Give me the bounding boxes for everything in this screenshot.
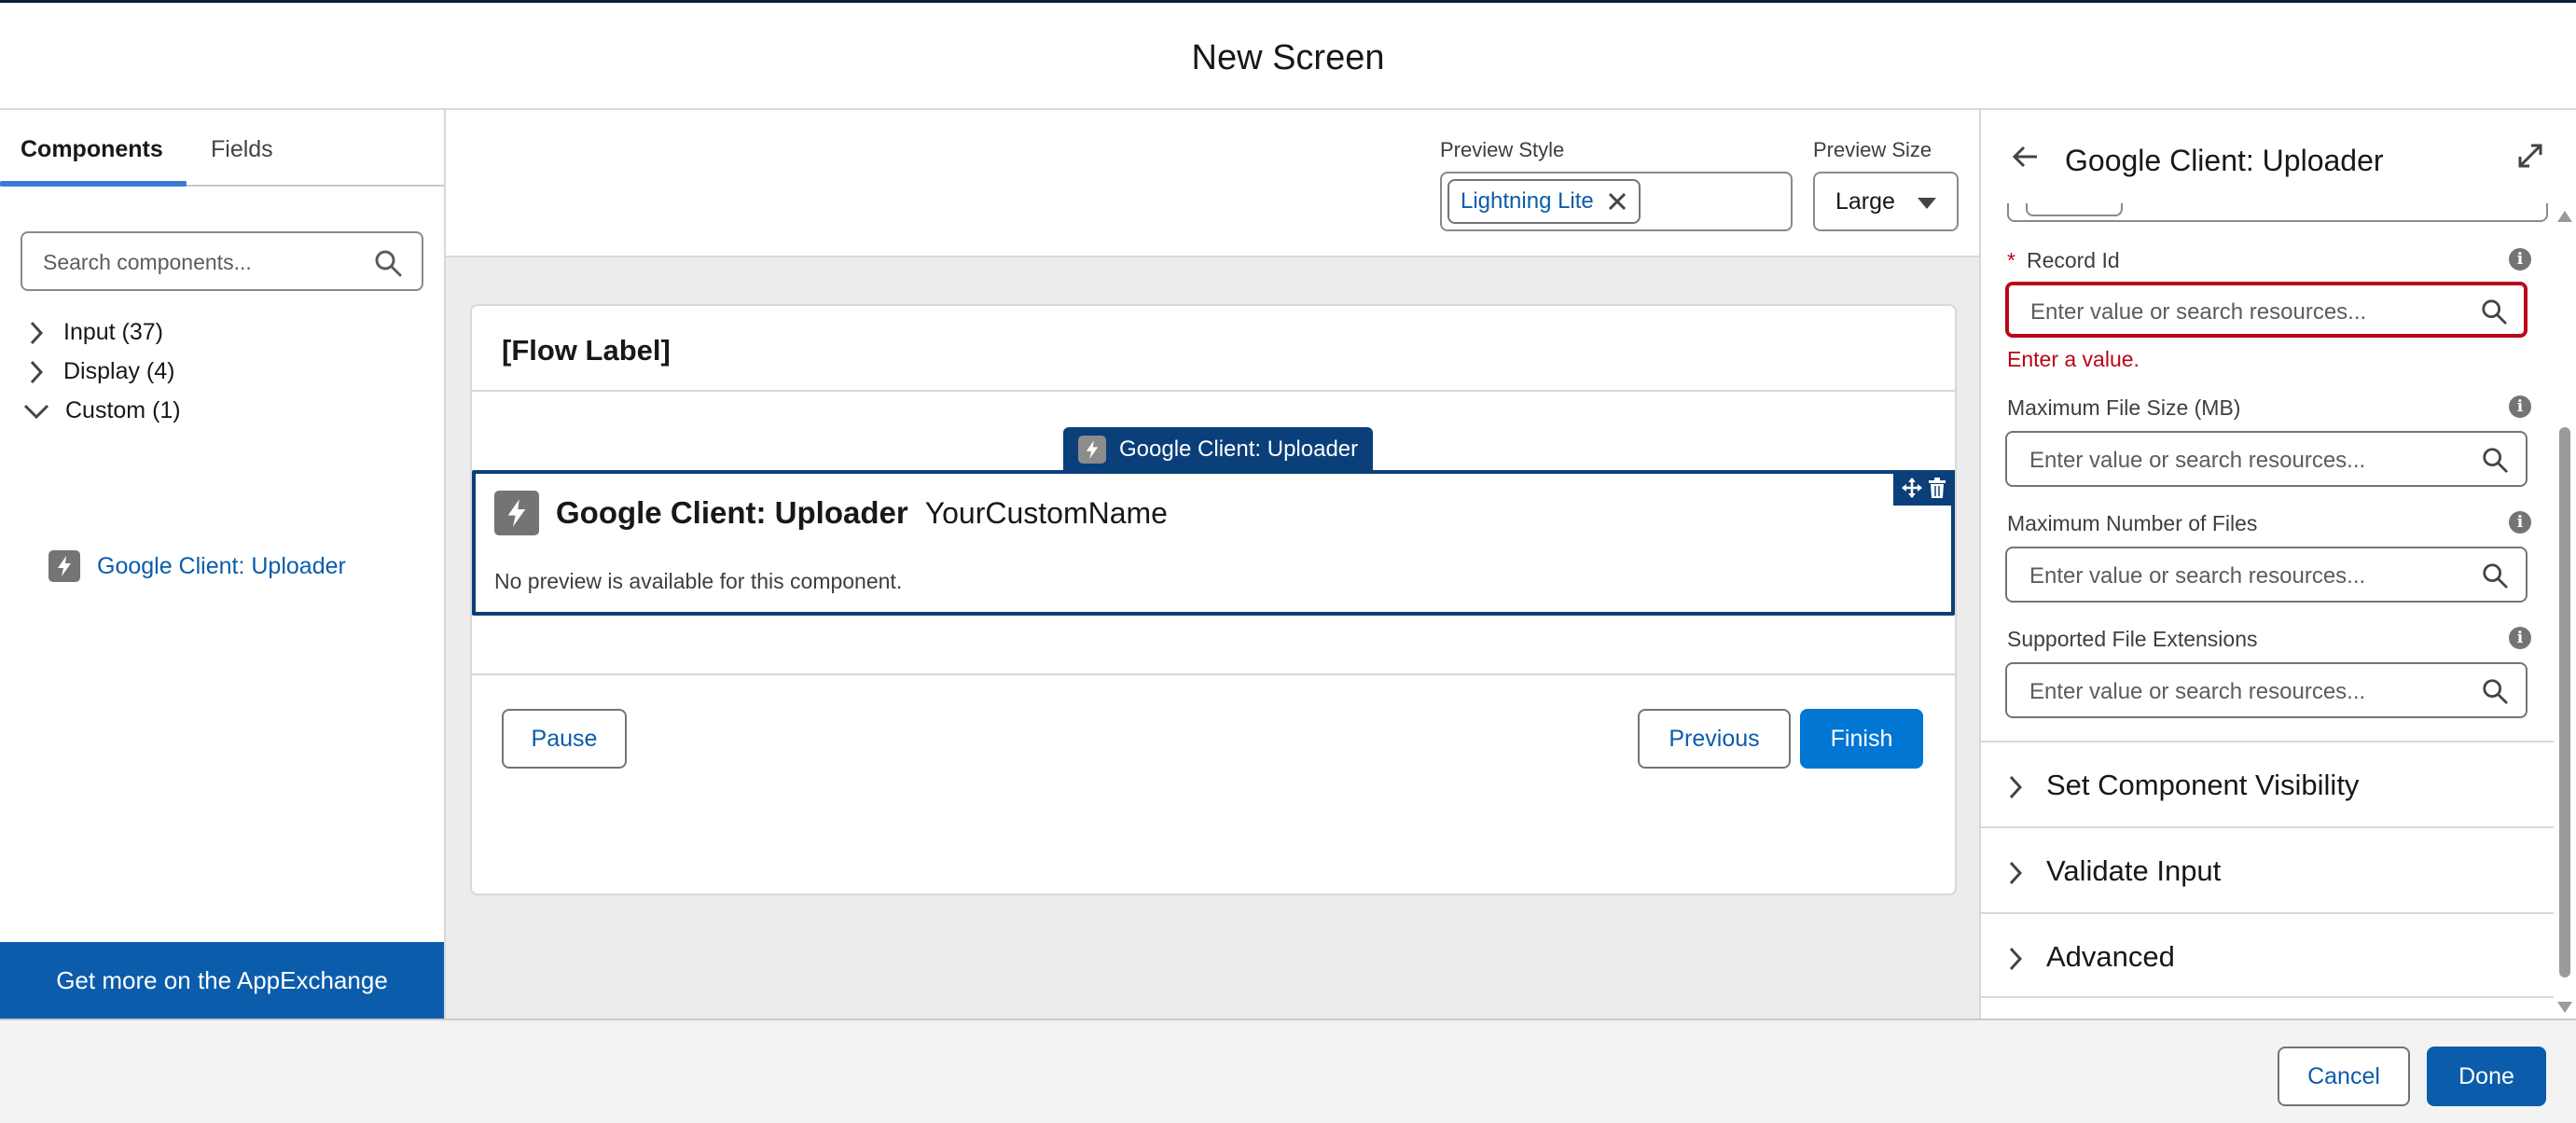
components-panel: Components Fields Input (37) Display (4)… bbox=[0, 110, 446, 1019]
max-file-size-label: Maximum File Size (MB) bbox=[2007, 395, 2241, 420]
record-id-input[interactable] bbox=[2030, 298, 2459, 327]
pause-button[interactable]: Pause bbox=[502, 709, 627, 769]
search-icon bbox=[2483, 448, 2508, 473]
tree-item-label: Display (4) bbox=[63, 358, 175, 384]
properties-scrollbar[interactable] bbox=[2554, 207, 2576, 1019]
max-file-size-field[interactable] bbox=[2005, 431, 2528, 487]
tree-item-label: Custom (1) bbox=[65, 397, 181, 423]
move-icon[interactable] bbox=[1902, 478, 1922, 498]
chevron-right-icon bbox=[2009, 947, 2023, 971]
preview-style-pill[interactable]: Lightning Lite bbox=[1447, 179, 1641, 224]
scroll-up-arrow-icon[interactable] bbox=[2557, 211, 2572, 222]
chevron-right-icon bbox=[2009, 861, 2023, 885]
tree-item-label: Input (37) bbox=[63, 319, 164, 345]
close-icon[interactable] bbox=[1607, 191, 1627, 212]
component-api-name: YourCustomName bbox=[924, 495, 1168, 530]
max-number-files-input[interactable] bbox=[2029, 562, 2458, 591]
info-icon[interactable]: i bbox=[2509, 395, 2531, 418]
record-id-field[interactable] bbox=[2005, 282, 2528, 338]
chevron-right-icon bbox=[30, 360, 44, 383]
scroll-thumb[interactable] bbox=[2559, 427, 2570, 977]
component-tag-label: Google Client: Uploader bbox=[1119, 437, 1359, 462]
component-header: Google Client: Uploader YourCustomName bbox=[494, 491, 1168, 535]
tab-components[interactable]: Components bbox=[21, 136, 163, 163]
section-label: Set Component Visibility bbox=[2046, 769, 2360, 801]
max-number-files-field[interactable] bbox=[2005, 547, 2528, 603]
modal-title: New Screen bbox=[1191, 38, 1385, 77]
palette-item-google-client-uploader[interactable]: Google Client: Uploader bbox=[48, 550, 346, 582]
record-id-label: * Record Id bbox=[2007, 248, 2120, 273]
modal-footer: Cancel Done bbox=[0, 1019, 2576, 1123]
lightning-bolt-icon bbox=[48, 550, 80, 582]
preview-toolbar: Preview Style Lightning Lite Preview Siz… bbox=[446, 110, 1979, 257]
expand-icon[interactable] bbox=[2516, 142, 2544, 170]
caret-down-icon bbox=[1918, 198, 1936, 209]
screen-preview-card: [Flow Label] Google Client: Uploader Goo… bbox=[470, 304, 1957, 895]
max-file-size-input[interactable] bbox=[2029, 446, 2458, 476]
max-number-files-label: Maximum Number of Files bbox=[2007, 511, 2258, 535]
tree-item-input[interactable]: Input (37) bbox=[28, 319, 163, 346]
preview-size-label: Preview Size bbox=[1813, 138, 1932, 161]
chevron-right-icon bbox=[2009, 775, 2023, 799]
info-icon[interactable]: i bbox=[2509, 627, 2531, 649]
no-preview-text: No preview is available for this compone… bbox=[494, 569, 903, 593]
finish-button[interactable]: Finish bbox=[1800, 709, 1923, 769]
section-validate-input[interactable]: Validate Input bbox=[1981, 826, 2554, 912]
tab-fields[interactable]: Fields bbox=[211, 136, 273, 163]
screen-canvas: Preview Style Lightning Lite Preview Siz… bbox=[446, 110, 1979, 1019]
footer-divider bbox=[472, 673, 1955, 675]
info-icon[interactable]: i bbox=[2509, 248, 2531, 270]
properties-title: Google Client: Uploader bbox=[2065, 144, 2384, 177]
trash-icon[interactable] bbox=[1928, 478, 1946, 498]
search-icon bbox=[2482, 299, 2507, 325]
chevron-right-icon bbox=[30, 321, 44, 344]
component-search[interactable] bbox=[21, 231, 423, 291]
section-advanced[interactable]: Advanced bbox=[1981, 912, 2554, 998]
search-icon bbox=[2483, 563, 2508, 589]
search-icon bbox=[2483, 679, 2508, 704]
done-button[interactable]: Done bbox=[2427, 1047, 2546, 1106]
preview-style-combobox[interactable]: Lightning Lite bbox=[1440, 172, 1793, 231]
section-set-component-visibility[interactable]: Set Component Visibility bbox=[1981, 741, 2554, 826]
tree-item-custom[interactable]: Custom (1) bbox=[22, 397, 181, 424]
palette-tabs: Components Fields bbox=[0, 110, 444, 187]
modal-header: New Screen bbox=[0, 0, 2576, 110]
preview-size-value: Large bbox=[1835, 188, 1895, 215]
required-asterisk: * bbox=[2007, 248, 2015, 272]
cancel-button[interactable]: Cancel bbox=[2278, 1047, 2410, 1106]
pill-label: Lightning Lite bbox=[1461, 188, 1594, 214]
chevron-down-icon bbox=[23, 404, 49, 419]
tree-item-display[interactable]: Display (4) bbox=[28, 358, 174, 385]
supported-extensions-label: Supported File Extensions bbox=[2007, 627, 2258, 651]
appexchange-link[interactable]: Get more on the AppExchange bbox=[0, 942, 444, 1019]
lightning-bolt-icon bbox=[1078, 436, 1106, 464]
section-label: Validate Input bbox=[2046, 854, 2222, 887]
search-input[interactable] bbox=[43, 246, 360, 278]
supported-extensions-input[interactable] bbox=[2029, 677, 2458, 707]
info-icon[interactable]: i bbox=[2509, 511, 2531, 534]
field-label-text: Record Id bbox=[2026, 248, 2120, 272]
flow-label-header: [Flow Label] bbox=[472, 306, 1955, 392]
properties-header: Google Client: Uploader bbox=[1981, 110, 2576, 203]
preview-style-label: Preview Style bbox=[1440, 138, 1565, 161]
section-label: Advanced bbox=[2046, 940, 2175, 973]
properties-panel: Google Client: Uploader * Record Id i Ent… bbox=[1979, 110, 2576, 1019]
selected-component-tag: Google Client: Uploader bbox=[1063, 427, 1374, 472]
preview-size-select[interactable]: Large bbox=[1813, 172, 1959, 231]
supported-extensions-field[interactable] bbox=[2005, 662, 2528, 718]
selected-component[interactable]: Google Client: Uploader YourCustomName N… bbox=[472, 470, 1955, 616]
lightning-bolt-icon bbox=[494, 491, 539, 535]
flow-label: [Flow Label] bbox=[502, 334, 671, 367]
scroll-down-arrow-icon[interactable] bbox=[2557, 1002, 2572, 1013]
back-arrow-icon[interactable] bbox=[2011, 142, 2041, 172]
previous-button[interactable]: Previous bbox=[1638, 709, 1791, 769]
component-name: Google Client: Uploader bbox=[556, 495, 908, 530]
active-tab-indicator bbox=[0, 181, 187, 187]
palette-item-label: Google Client: Uploader bbox=[97, 552, 346, 579]
search-icon bbox=[375, 250, 402, 277]
component-actions bbox=[1893, 470, 1955, 506]
record-id-error: Enter a value. bbox=[2007, 347, 2140, 371]
